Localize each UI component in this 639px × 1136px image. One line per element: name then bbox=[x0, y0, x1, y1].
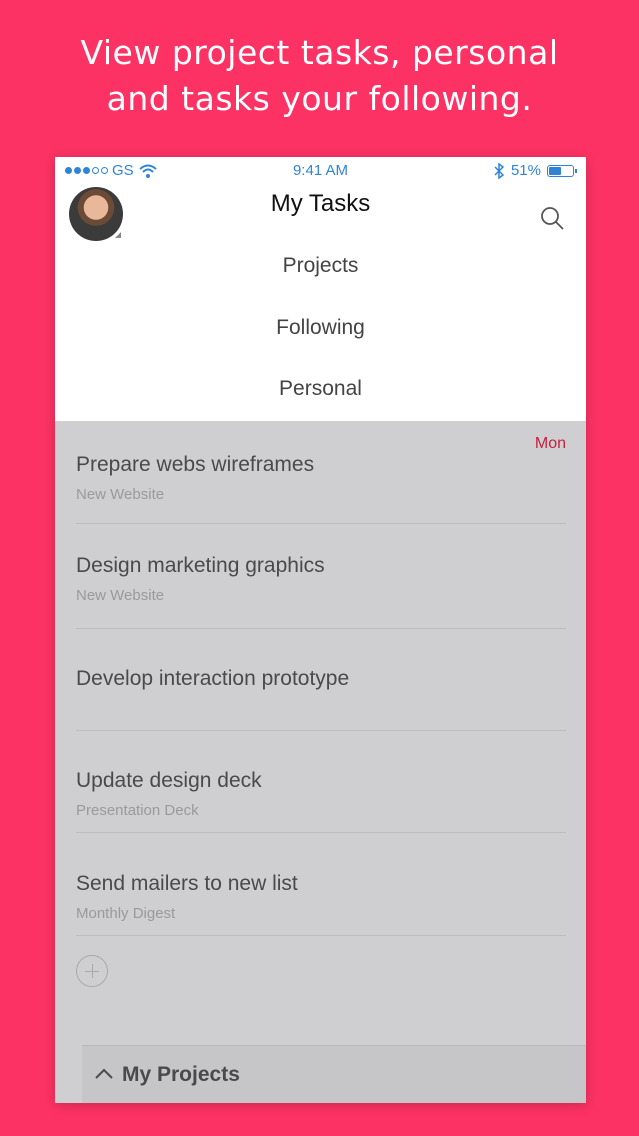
my-projects-bar[interactable]: My Projects bbox=[82, 1045, 586, 1103]
task-row[interactable]: Design marketing graphics New Website bbox=[76, 524, 566, 629]
menu-item-projects[interactable]: Projects bbox=[55, 254, 586, 278]
add-task-button[interactable] bbox=[76, 955, 108, 987]
task-title: Send mailers to new list bbox=[76, 872, 298, 895]
page-title: My Tasks bbox=[270, 190, 371, 217]
bluetooth-icon bbox=[494, 162, 505, 179]
task-row[interactable]: Develop interaction prototype bbox=[76, 629, 566, 731]
headline-line-1: View project tasks, personal bbox=[80, 33, 559, 72]
task-project: Presentation Deck bbox=[76, 802, 199, 819]
status-bar: GS 9:41 AM 51% bbox=[55, 157, 586, 185]
task-due-date: Mon bbox=[534, 435, 566, 452]
task-row[interactable]: Update design deck Presentation Deck bbox=[76, 731, 566, 833]
chevron-up-icon bbox=[95, 1068, 113, 1079]
task-project: New Website bbox=[76, 587, 165, 604]
my-projects-label: My Projects bbox=[122, 1063, 240, 1086]
task-row[interactable]: Send mailers to new list Monthly Digest bbox=[76, 833, 566, 936]
phone-screen: Prepare webs wireframes New Website Mon … bbox=[55, 157, 586, 1103]
task-title: Develop interaction prototype bbox=[76, 667, 350, 690]
task-title: Prepare webs wireframes bbox=[76, 453, 315, 476]
battery-icon bbox=[547, 164, 577, 177]
task-project: Monthly Digest bbox=[76, 905, 176, 922]
task-filter-menu: GS 9:41 AM 51% My Tasks Projects Followi… bbox=[55, 157, 586, 421]
task-title: Update design deck bbox=[76, 769, 262, 792]
avatar-caret-icon bbox=[115, 232, 121, 238]
task-project: New Website bbox=[76, 486, 165, 503]
battery-percent: 51% bbox=[510, 162, 541, 179]
headline-line-2: and tasks your following. bbox=[106, 79, 533, 118]
promo-headline: View project tasks, personal and tasks y… bbox=[0, 30, 639, 122]
menu-item-personal[interactable]: Personal bbox=[55, 377, 586, 401]
task-title: Design marketing graphics bbox=[76, 554, 325, 577]
search-icon[interactable] bbox=[539, 205, 565, 231]
menu-item-following[interactable]: Following bbox=[55, 316, 586, 340]
task-row[interactable]: Prepare webs wireframes New Website Mon bbox=[76, 429, 566, 524]
